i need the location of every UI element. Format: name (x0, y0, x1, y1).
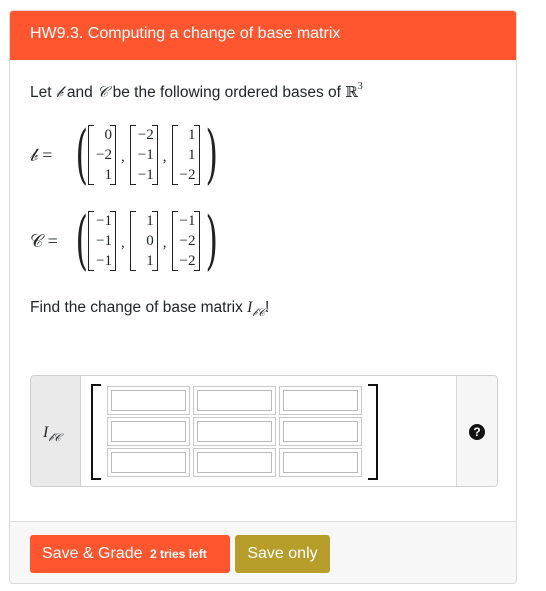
question-footer: Save & Grade 2 tries left Save only (10, 521, 516, 583)
symbol-R: ℝ (345, 83, 358, 101)
basis-B-vector-2: −2 −1 −1 (129, 125, 158, 185)
basis-B-vector-1: 0 −2 1 (88, 125, 116, 185)
matrix-cell-1-2[interactable] (193, 386, 276, 415)
matrix-cell-2-1[interactable] (107, 417, 190, 446)
save-and-grade-button[interactable]: Save & Grade 2 tries left (30, 535, 230, 573)
matrix-cell-3-1[interactable] (107, 448, 190, 477)
basis-C-vector-1: −1 −1 −1 (88, 211, 116, 271)
basis-C-label: 𝒞 = (30, 230, 58, 251)
question-circle-icon[interactable]: ? (469, 424, 485, 440)
tries-left-label: 2 tries left (150, 547, 207, 561)
paren-left: ( (75, 118, 88, 192)
matrix-cell-1-1[interactable] (107, 386, 190, 415)
paren-left: ( (75, 204, 88, 278)
basis-C-row: 𝒞 = ( −1 −1 −1 , 1 0 1 , −1 −2 −2 ) (30, 204, 218, 278)
answer-label-cell: I𝒷𝒞 (31, 376, 81, 486)
paren-right: ) (205, 118, 218, 192)
question-header: HW9.3. Computing a change of base matrix (10, 11, 516, 60)
save-only-button[interactable]: Save only (235, 535, 330, 573)
symbol-C: 𝒞 (97, 84, 109, 101)
answer-label: I𝒷𝒞 (43, 424, 62, 444)
question-text: Find the change of base matrix I𝒷𝒞! (30, 299, 270, 319)
question-card: HW9.3. Computing a change of base matrix… (9, 10, 517, 584)
prompt-text: Let 𝒷 and 𝒞 be the following ordered bas… (30, 81, 363, 101)
question-title: HW9.3. Computing a change of base matrix (30, 25, 341, 42)
matrix-cell-2-2[interactable] (193, 417, 276, 446)
basis-B-vector-3: 1 1 −2 (171, 125, 200, 185)
help-cell: ? (456, 376, 497, 486)
matrix-left-bracket (91, 384, 101, 480)
matrix-cell-3-2[interactable] (193, 448, 276, 477)
matrix-cell-2-3[interactable] (279, 417, 362, 446)
basis-B-label: 𝒷 = (30, 144, 53, 165)
paren-right: ) (205, 204, 218, 278)
basis-C-vector-2: 1 0 1 (129, 211, 158, 271)
exponent-3: 3 (357, 81, 363, 92)
basis-B-row: 𝒷 = ( 0 −2 1 , −2 −1 −1 , 1 1 −2 ) (30, 118, 218, 192)
basis-C-vector-3: −1 −2 −2 (171, 211, 200, 271)
matrix-answer-block: I𝒷𝒞 ? (30, 375, 498, 487)
matrix-cell-1-3[interactable] (279, 386, 362, 415)
matrix-right-bracket (368, 384, 378, 480)
symbol-B: 𝒷 (55, 84, 63, 101)
matrix-cell-3-3[interactable] (279, 448, 362, 477)
